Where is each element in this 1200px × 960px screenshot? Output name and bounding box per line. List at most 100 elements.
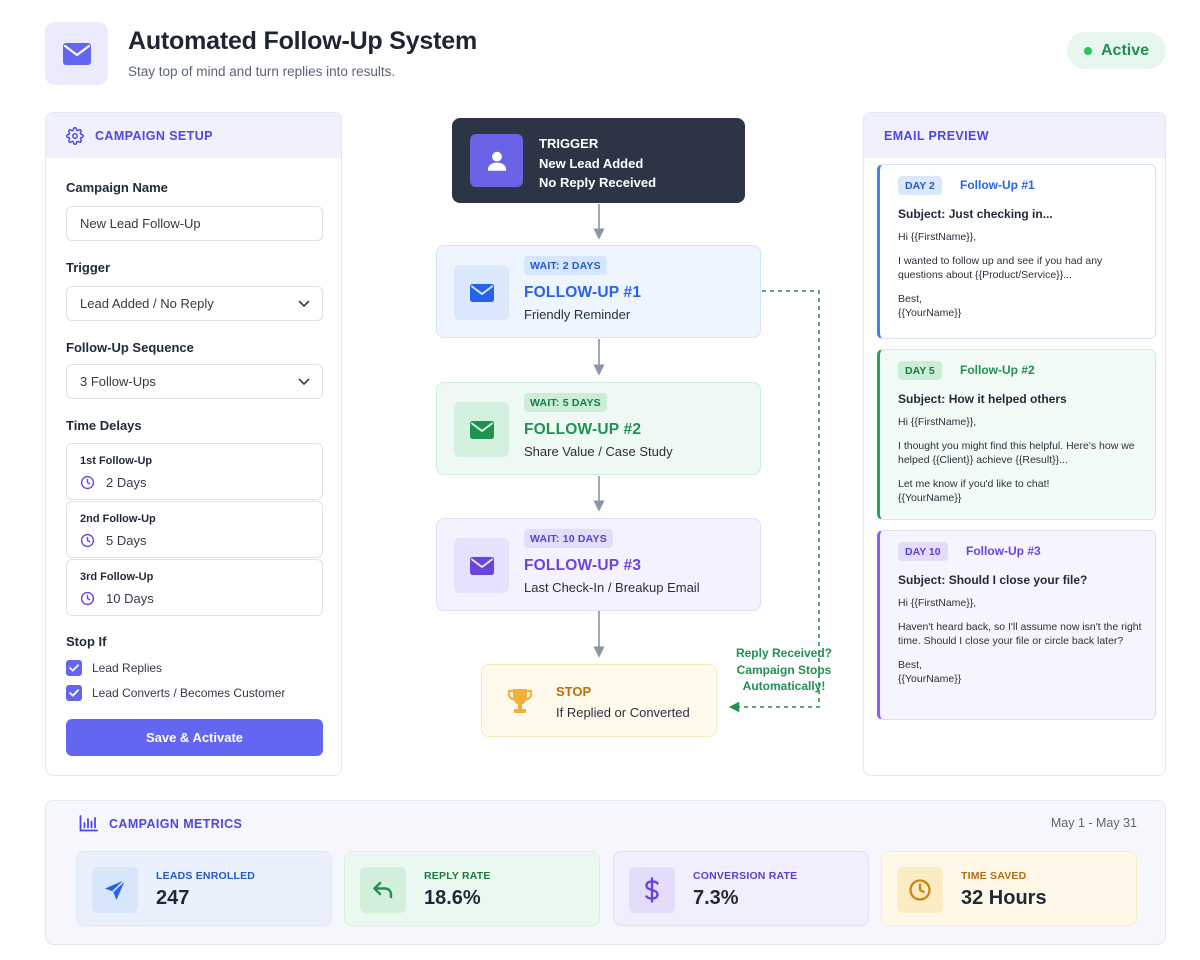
check-icon — [69, 689, 79, 697]
metric-value: 7.3% — [693, 887, 739, 909]
followup-step-3[interactable]: WAIT: 10 DAYS FOLLOW-UP #3 Last Check-In… — [436, 518, 761, 611]
campaign-name-input[interactable]: New Lead Follow-Up — [66, 206, 323, 241]
email-signature: {{YourName}} — [898, 491, 962, 504]
followup-step-1[interactable]: WAIT: 2 DAYS FOLLOW-UP #1 Friendly Remin… — [436, 245, 761, 338]
gear-icon — [66, 126, 84, 145]
email-body-text: Haven't heard back, so I'll assume now i… — [898, 621, 1142, 647]
checkbox-checked[interactable] — [66, 660, 82, 676]
email-greeting: Hi {{FirstName}}, — [898, 230, 977, 243]
metric-leads-enrolled: LEADS ENROLLED 247 — [76, 851, 332, 926]
wait-badge: WAIT: 5 DAYS — [524, 393, 607, 412]
metric-label: TIME SAVED — [961, 870, 1027, 882]
subject-text: Should I close your file? — [948, 573, 1088, 587]
trigger-select-value: Lead Added / No Reply — [80, 296, 214, 311]
status-badge[interactable]: Active — [1067, 32, 1166, 69]
subject-label: Subject: — [898, 207, 946, 221]
step-3-title: FOLLOW-UP #3 — [524, 557, 642, 574]
trophy-icon — [507, 689, 533, 713]
delay-1[interactable]: 1st Follow-Up 2 Days — [66, 443, 323, 500]
step-3-icon-box — [454, 538, 509, 593]
save-activate-button[interactable]: Save & Activate — [66, 719, 323, 756]
metric-icon-box — [629, 867, 675, 913]
checkbox-checked[interactable] — [66, 685, 82, 701]
subject-label: Subject: — [898, 573, 946, 587]
stop-node[interactable]: STOP If Replied or Converted — [481, 664, 717, 737]
reply-icon — [373, 881, 393, 899]
check-icon — [69, 664, 79, 672]
envelope-icon — [469, 420, 494, 439]
email-preview-panel: EMAIL PREVIEW DAY 2 Follow-Up #1 Subject… — [863, 112, 1166, 776]
email-subject: Subject: How it helped others — [898, 392, 1146, 407]
campaign-setup-title: CAMPAIGN SETUP — [95, 128, 213, 143]
delay-2[interactable]: 2nd Follow-Up 5 Days — [66, 501, 323, 558]
email-signature: {{YourName}} — [898, 672, 962, 685]
email-greeting: Hi {{FirstName}}, — [898, 415, 977, 428]
metric-value: 18.6% — [424, 887, 481, 909]
followup-label: Follow-Up #1 — [960, 178, 1035, 192]
email-card-1[interactable]: DAY 2 Follow-Up #1 Subject: Just checkin… — [877, 164, 1156, 339]
trigger-line-2: No Reply Received — [539, 175, 657, 190]
campaign-setup-panel: CAMPAIGN SETUP Campaign Name New Lead Fo… — [45, 112, 342, 776]
metric-time-saved: TIME SAVED 32 Hours — [881, 851, 1137, 926]
wait-badge: WAIT: 2 DAYS — [524, 256, 607, 275]
email-body-text: I thought you might find this helpful. H… — [898, 440, 1135, 466]
email-greeting: Hi {{FirstName}}, — [898, 596, 977, 609]
stop-condition-replies[interactable]: Lead Replies — [66, 660, 162, 676]
campaign-metrics-header: CAMPAIGN METRICS — [79, 815, 242, 832]
clock-icon — [80, 475, 95, 490]
metric-value: 32 Hours — [961, 887, 1047, 909]
trigger-node[interactable]: TRIGGER New Lead Added No Reply Received — [452, 118, 745, 203]
page-title: Automated Follow-Up System — [128, 27, 477, 55]
stop-condition-converts[interactable]: Lead Converts / Becomes Customer — [66, 685, 285, 701]
page-subtitle: Stay top of mind and turn replies into r… — [128, 64, 396, 79]
trigger-label: Trigger — [66, 260, 111, 275]
metric-value: 247 — [156, 887, 190, 909]
delay-2-value: 5 Days — [106, 533, 147, 548]
stop-condition-replies-label: Lead Replies — [92, 661, 163, 675]
send-icon — [105, 879, 126, 900]
clock-icon — [80, 533, 95, 548]
campaign-metrics-panel: CAMPAIGN METRICS May 1 - May 31 LEADS EN… — [45, 800, 1166, 945]
delay-3-label: 3rd Follow-Up — [80, 571, 154, 583]
dollar-icon — [645, 877, 659, 903]
metric-reply-rate: REPLY RATE 18.6% — [344, 851, 600, 926]
email-closing: Best, — [898, 659, 922, 671]
metric-label: CONVERSION RATE — [693, 870, 798, 882]
metric-icon-box — [92, 867, 138, 913]
metric-conversion-rate: CONVERSION RATE 7.3% — [613, 851, 869, 926]
clock-icon — [909, 879, 931, 901]
bar-chart-icon — [79, 815, 98, 832]
envelope-icon — [62, 42, 91, 65]
email-signature: {{YourName}} — [898, 306, 962, 319]
followup-step-2[interactable]: WAIT: 5 DAYS FOLLOW-UP #2 Share Value / … — [436, 382, 761, 475]
stop-if-label: Stop If — [66, 634, 107, 649]
email-card-2[interactable]: DAY 5 Follow-Up #2 Subject: How it helpe… — [877, 349, 1156, 520]
stop-title: STOP — [556, 684, 592, 699]
step-1-subtitle: Friendly Reminder — [524, 307, 631, 322]
date-range[interactable]: May 1 - May 31 — [1051, 816, 1137, 830]
campaign-name-label: Campaign Name — [66, 180, 168, 195]
email-preview-title: EMAIL PREVIEW — [884, 128, 989, 143]
trigger-icon-box — [470, 134, 523, 187]
delay-3-value: 10 Days — [106, 591, 154, 606]
day-badge: DAY 2 — [898, 176, 942, 195]
metric-label: REPLY RATE — [424, 870, 491, 882]
delay-1-value: 2 Days — [106, 475, 147, 490]
sequence-select[interactable]: 3 Follow-Ups — [66, 364, 323, 399]
email-closing: Let me know if you'd like to chat! — [898, 478, 1050, 490]
step-2-title: FOLLOW-UP #2 — [524, 421, 642, 438]
email-card-3[interactable]: DAY 10 Follow-Up #3 Subject: Should I cl… — [877, 530, 1156, 720]
email-preview-header: EMAIL PREVIEW — [864, 113, 1165, 158]
status-dot — [1083, 46, 1092, 55]
stop-condition-converts-label: Lead Converts / Becomes Customer — [92, 686, 286, 700]
metric-label: LEADS ENROLLED — [156, 870, 256, 882]
trigger-select[interactable]: Lead Added / No Reply — [66, 286, 323, 321]
subject-text: How it helped others — [948, 392, 1067, 406]
delay-3[interactable]: 3rd Follow-Up 10 Days — [66, 559, 323, 616]
wait-badge: WAIT: 10 DAYS — [524, 529, 613, 548]
stop-subtitle: If Replied or Converted — [556, 705, 690, 720]
chevron-down-icon — [298, 300, 310, 307]
sequence-select-value: 3 Follow-Ups — [80, 374, 156, 389]
step-2-icon-box — [454, 402, 509, 457]
email-subject: Subject: Just checking in... — [898, 207, 1146, 222]
